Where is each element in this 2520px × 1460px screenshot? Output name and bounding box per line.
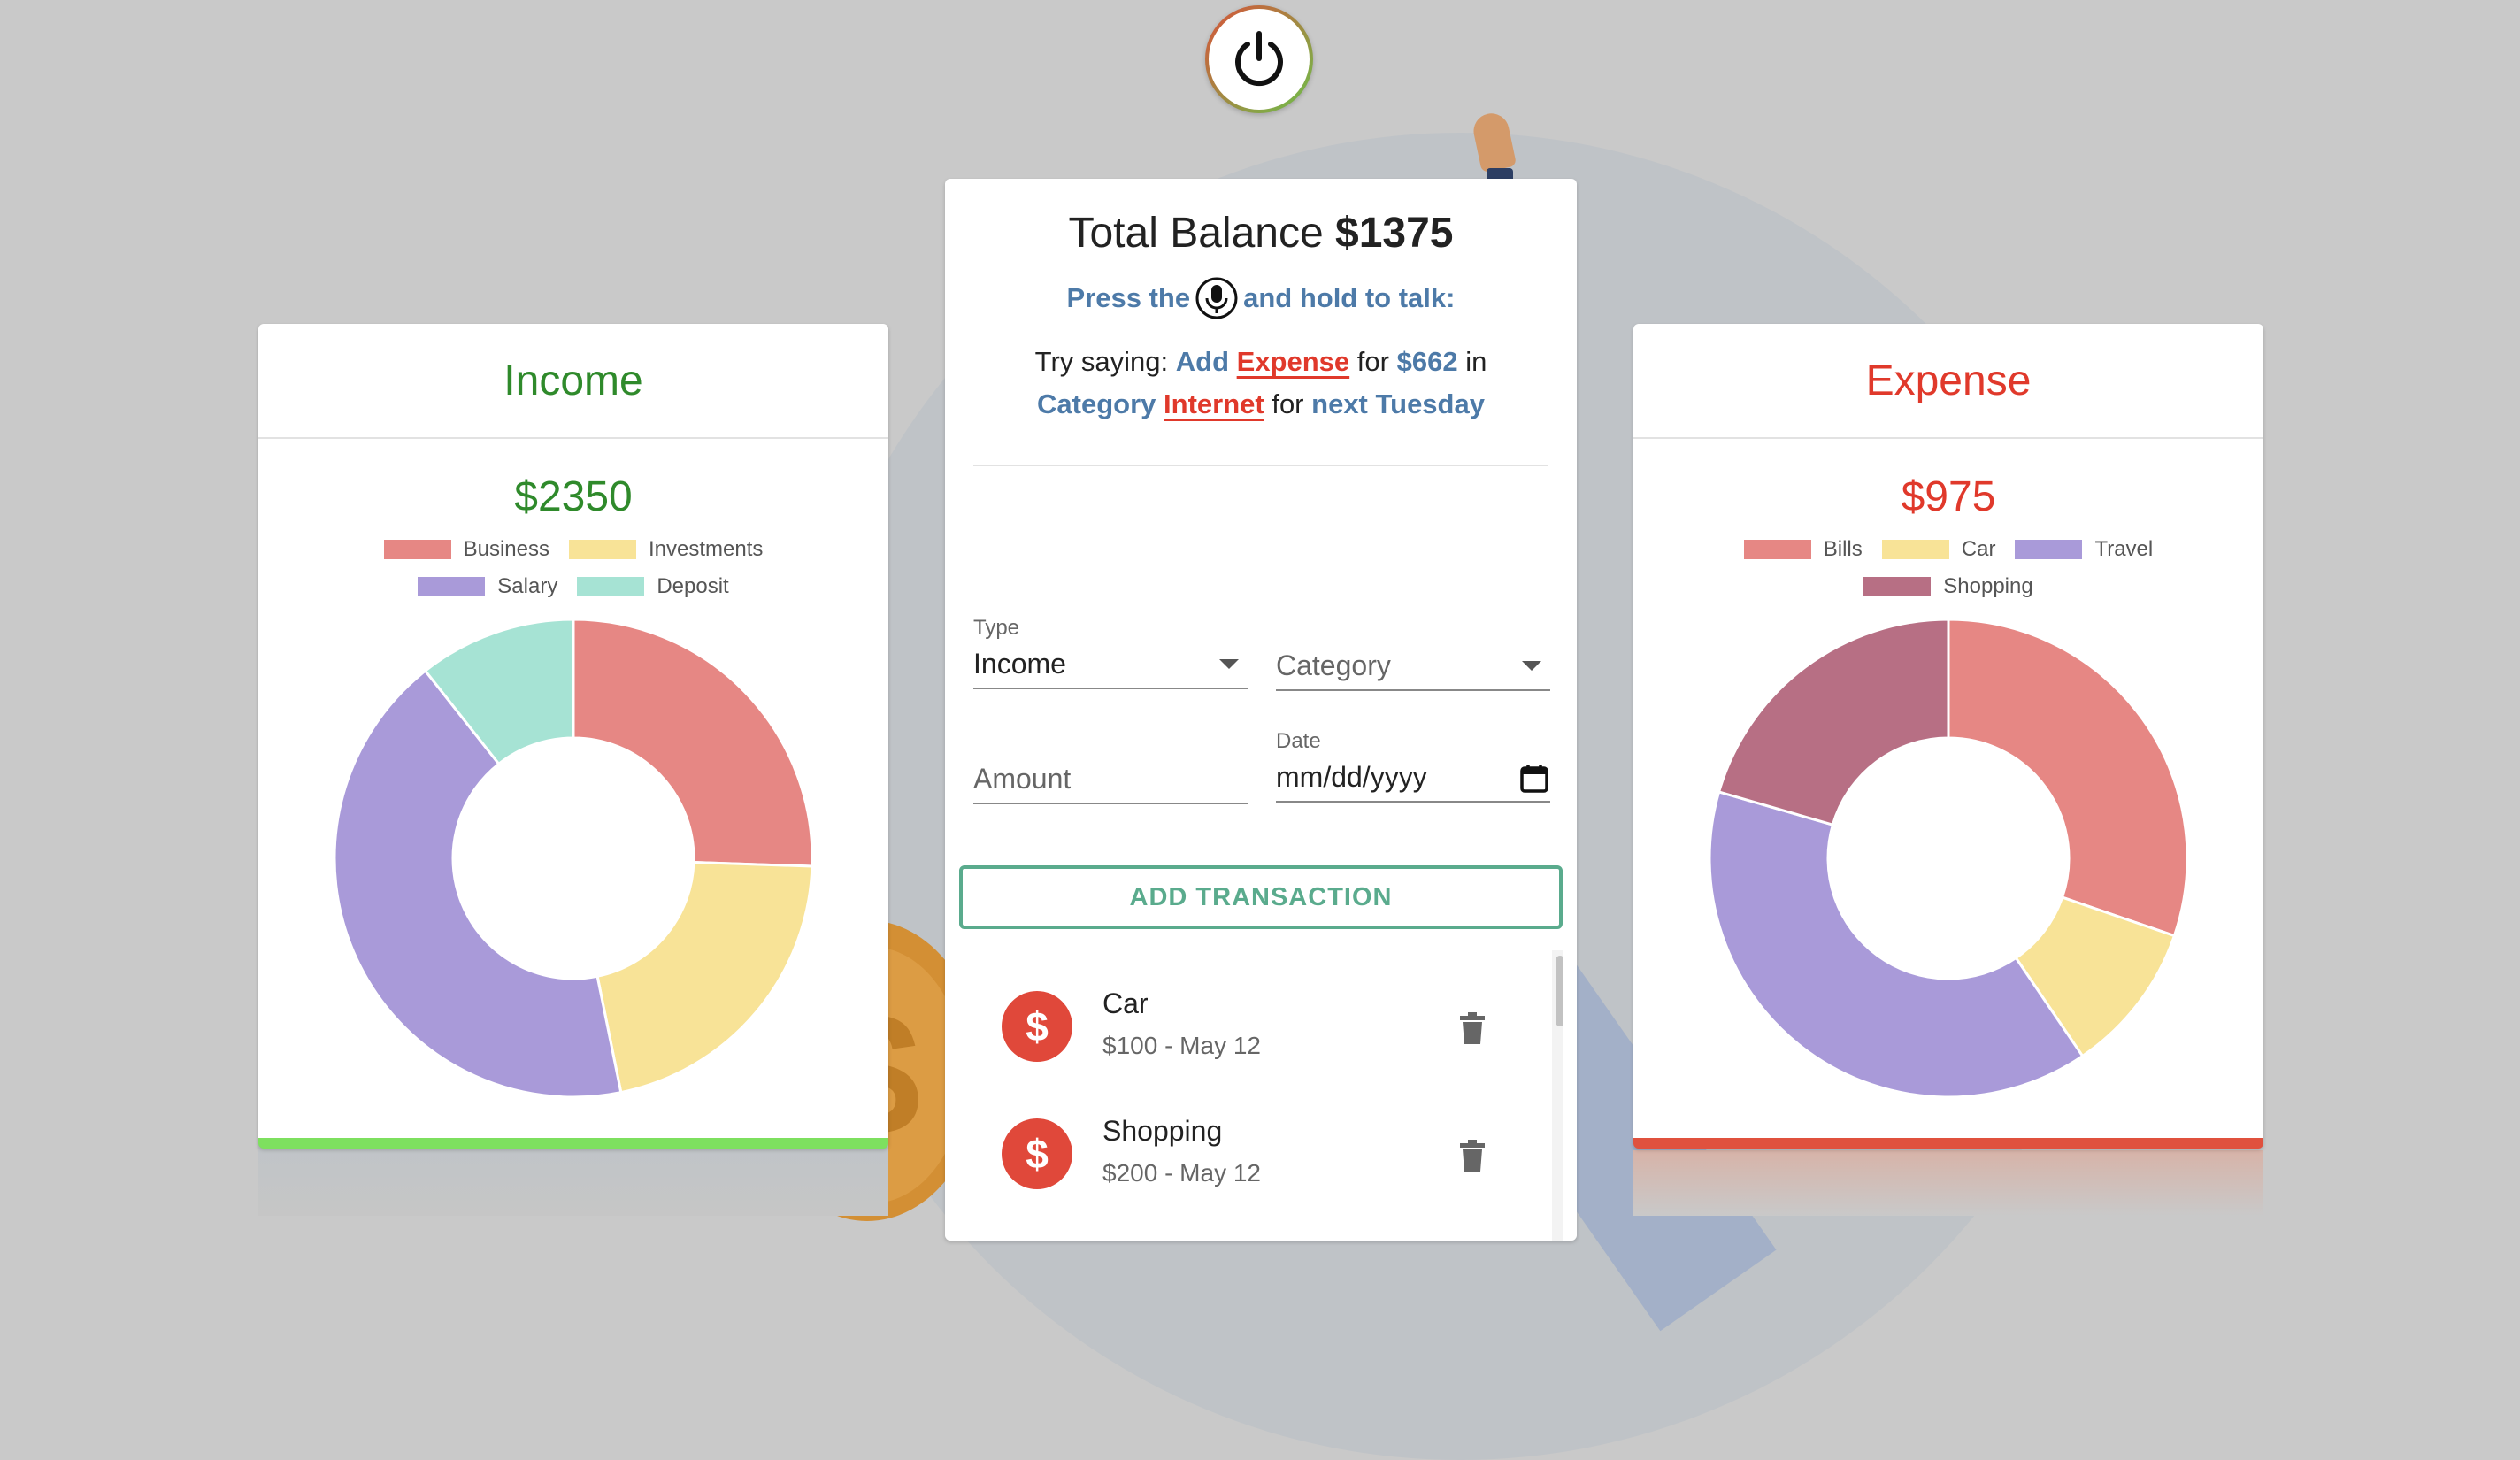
transaction-title: Car [1102,987,1149,1019]
date-input[interactable]: Date mm/dd/yyyy [1276,729,1550,803]
expense-legend: Bills Car Travel Shopping [1727,537,2170,599]
income-amount: $2350 [514,473,633,520]
dropdown-arrow-icon [1219,659,1239,669]
hint-text: in [1465,346,1487,377]
total-balance: Total Balance $1375 [945,209,1577,257]
calendar-icon[interactable] [1518,762,1550,794]
expense-card: Expense $975 Bills Car Travel Shopping [1633,324,2263,1149]
dropdown-arrow-icon [1522,661,1541,671]
expense-legend-item[interactable]: Travel [2015,537,2153,562]
transaction-subtitle: $100 - May 12 [1102,1032,1261,1059]
date-placeholder: mm/dd/yyyy [1276,761,1427,793]
expense-slice-shopping[interactable] [1717,618,1950,827]
balance-label: Total Balance [1068,210,1324,257]
expense-title: Expense [1633,324,2263,439]
divider [973,465,1548,466]
income-legend-item[interactable]: Investments [569,537,763,562]
income-slice-business[interactable] [572,618,814,868]
legend-label: Deposit [657,574,729,598]
expense-legend-item[interactable]: Shopping [1863,574,2033,599]
amount-placeholder: Amount [973,763,1072,795]
legend-label: Business [463,537,549,561]
legend-swatch [383,540,451,559]
expense-donut-chart [1708,618,2189,1099]
press-suffix: and hold to talk: [1243,282,1456,313]
legend-swatch [2015,540,2083,559]
type-select[interactable]: Type Income [973,616,1248,689]
type-value: Income [973,648,1066,680]
amount-input[interactable]: Amount [973,756,1248,804]
income-title: Income [258,324,888,439]
trash-icon[interactable] [1456,1138,1488,1173]
press-prefix: Press the [1066,282,1191,313]
legend-label: Investments [649,537,764,561]
income-legend-item[interactable]: Salary [418,574,557,599]
legend-label: Travel [2094,537,2154,561]
income-legend-item[interactable]: Business [383,537,549,562]
transaction-subtitle: $200 - May 12 [1102,1159,1261,1187]
income-legend-item[interactable]: Deposit [577,574,729,599]
hint-text: for [1272,388,1304,419]
dollar-icon: $ [1002,991,1072,1062]
hint-keyword: Add [1175,346,1230,377]
hint-keyword-category: Internet [1164,388,1264,419]
type-label: Type [973,616,1020,640]
expense-legend-item[interactable]: Car [1881,537,1996,562]
expense-slice-bills[interactable] [1947,618,2189,938]
hint-keyword-amount: $662 [1396,346,1458,377]
expense-legend-item[interactable]: Bills [1743,537,1863,562]
legend-swatch [418,577,486,596]
power-button[interactable] [1205,5,1313,113]
legend-swatch [1881,540,1949,559]
expense-amount: $975 [1901,473,1996,520]
dollar-icon: $ [1002,1118,1072,1189]
transaction-list[interactable]: $ Car $100 - May 12 $ Shopping $200 - Ma… [959,950,1563,1241]
power-icon [1235,31,1283,87]
income-legend: Business Investments Salary Deposit [352,537,795,599]
list-item[interactable]: $ Car $100 - May 12 [959,950,1563,1078]
trash-icon[interactable] [1456,1010,1488,1046]
main-card: Total Balance $1375 Press the and hold t… [945,179,1577,1241]
income-card: Income $2350 Business Investments Salary De… [258,324,888,1149]
microphone-icon [1195,277,1238,319]
legend-swatch [577,577,645,596]
add-transaction-button[interactable]: ADD TRANSACTION [959,865,1563,929]
hint-keyword-type: Expense [1236,346,1350,377]
transaction-title: Shopping [1102,1115,1223,1147]
category-select[interactable]: Category [1276,642,1550,691]
date-label: Date [1276,729,1321,753]
legend-swatch [1863,577,1932,596]
list-item[interactable]: $ Shopping $200 - May 12 [959,1078,1563,1205]
legend-swatch [569,540,636,559]
scrollbar-thumb[interactable] [1556,956,1563,1026]
legend-label: Car [1961,537,1996,561]
voice-instruction: Press the and hold to talk: [945,277,1577,319]
balance-value: $1375 [1335,210,1454,257]
income-slice-investments[interactable] [595,860,814,1095]
expense-slice-travel[interactable] [1708,790,2085,1099]
voice-hint: Try saying: Add Expense for $662 in Cate… [945,341,1577,426]
hint-keyword: Category [1037,388,1156,419]
category-placeholder: Category [1276,649,1391,681]
income-donut-chart [333,618,814,1099]
hint-text: Try saying: [1034,346,1169,377]
legend-label: Bills [1823,537,1863,561]
hint-keyword-date: next Tuesday [1311,388,1485,419]
legend-swatch [1743,540,1811,559]
legend-label: Salary [497,574,558,598]
legend-label: Shopping [1943,574,2033,598]
background-glow [1633,1150,2263,1216]
hint-text: for [1356,346,1389,377]
